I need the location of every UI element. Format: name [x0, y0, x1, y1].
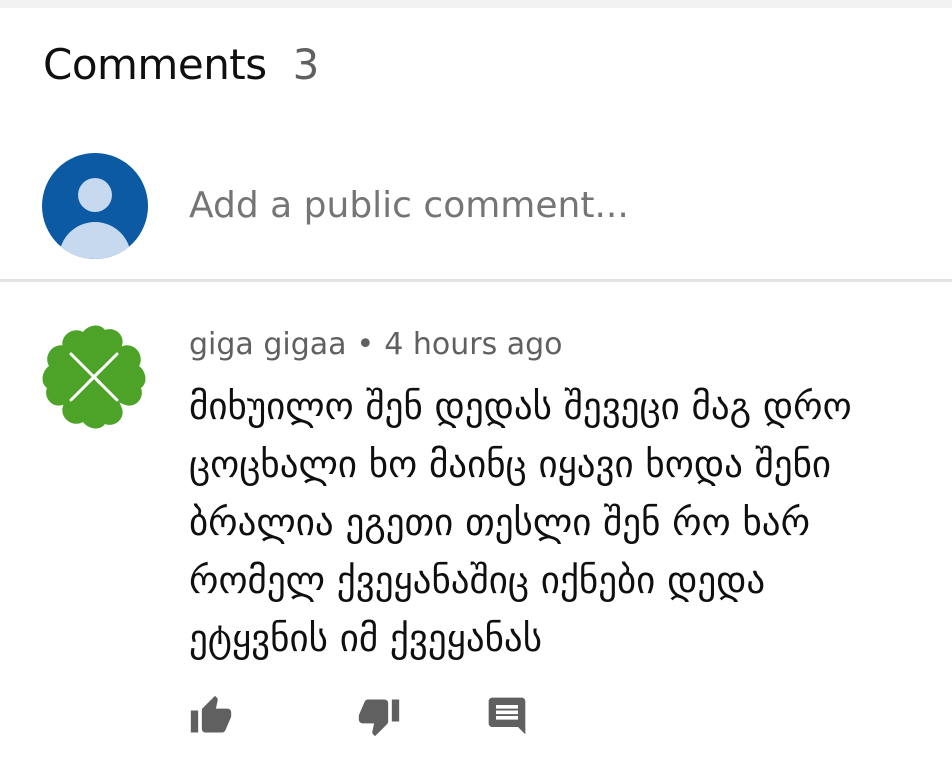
comment-time: 4 hours ago — [384, 327, 563, 362]
avatar-head-icon — [78, 178, 112, 212]
comments-count: 3 — [292, 40, 320, 89]
thumb-down-icon[interactable] — [357, 694, 401, 738]
add-comment-input[interactable] — [189, 185, 929, 226]
thumb-up-icon[interactable] — [189, 694, 233, 738]
meta-separator: • — [356, 327, 375, 362]
comment-meta: giga gigaa • 4 hours ago — [189, 327, 563, 362]
comment-author[interactable]: giga gigaa — [189, 327, 347, 362]
comments-header: Comments 3 — [43, 40, 319, 89]
top-strip — [0, 0, 952, 8]
avatar-body-icon — [59, 222, 131, 259]
add-comment-row — [0, 150, 952, 278]
user-avatar[interactable] — [42, 153, 148, 259]
comment-item: giga gigaa • 4 hours ago მიხუილო შენ დედას… — [0, 282, 952, 770]
comment-icon[interactable] — [485, 694, 529, 738]
comments-title: Comments — [43, 40, 267, 89]
clover-avatar-icon[interactable] — [41, 324, 147, 430]
comment-text: მიხუილო შენ დედას შევეცი მაგ დრო ცოცხალი… — [189, 385, 852, 660]
